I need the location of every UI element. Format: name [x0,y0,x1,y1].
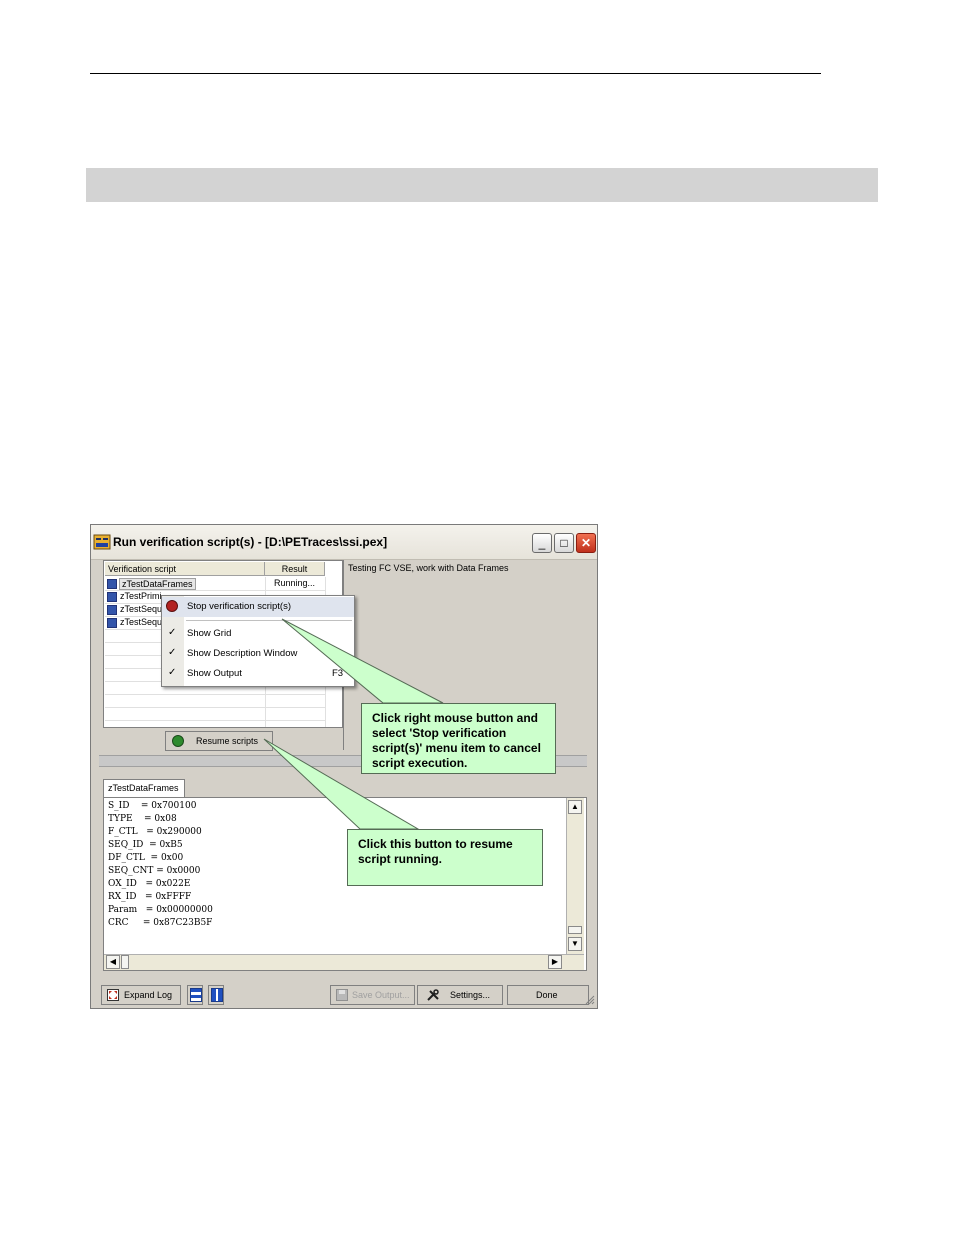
column-header-result[interactable]: Result [265,562,325,576]
layout-horizontal-button[interactable] [187,985,203,1005]
save-output-button[interactable]: Save Output... [330,985,415,1005]
script-icon [107,618,117,628]
scroll-right-button[interactable]: ▶ [548,955,562,969]
script-name: zTestSequ [120,617,163,627]
log-line: F_CTL = 0x290000 [108,827,202,837]
grid-line [105,694,325,695]
expand-log-button[interactable]: Expand Log [101,985,181,1005]
settings-label: Settings... [450,990,491,1000]
callout-stop-hint: Click right mouse button and select 'Sto… [361,703,556,774]
menu-item-label: Show Grid [187,628,232,639]
checkmark-icon: ✓ [168,647,177,658]
header-rule [90,73,821,74]
log-line: OX_ID = 0x022E [108,879,191,889]
menu-item-show-output[interactable]: ✓ Show Output F3 [162,664,354,684]
scroll-down-button[interactable]: ▼ [568,937,582,951]
window-title-path: [D:\PETraces\ssi.pex] [265,535,388,549]
close-button[interactable]: ✕ [576,533,596,553]
tab-output[interactable]: zTestDataFrames [103,779,185,797]
scroll-thumb[interactable] [121,955,129,969]
section-heading-bar [86,168,878,202]
title-bar[interactable]: Run verification script(s) - [D:\PETrace… [91,525,597,560]
scroll-up-button[interactable]: ▲ [568,800,582,814]
tools-icon [427,989,439,1001]
maximize-button[interactable]: □ [554,533,574,553]
save-output-label: Save Output... [352,990,410,1000]
window-title: Run verification script(s) - [D:\PETrace… [113,535,387,549]
resume-scripts-button[interactable]: Resume scripts [165,731,273,751]
checkmark-icon: ✓ [168,667,177,678]
checkmark-icon: ✓ [168,627,177,638]
log-line: RX_ID = 0xFFFF [108,892,192,902]
done-button[interactable]: Done [507,985,589,1005]
log-line: TYPE = 0x08 [108,814,177,824]
log-line: Param = 0x00000000 [108,905,213,915]
resume-scripts-label: Resume scripts [196,736,259,746]
script-result: Running... [274,578,316,588]
menu-item-show-grid[interactable]: ✓ Show Grid [162,624,354,644]
script-name: zTestSequ [120,604,163,614]
expand-log-label: Expand Log [124,990,173,1000]
play-icon [172,735,184,747]
log-line: DF_CTL = 0x00 [108,853,184,863]
menu-shortcut: F3 [332,668,344,679]
log-line: SEQ_CNT = 0x0000 [108,866,201,876]
script-icon [107,605,117,615]
horizontal-layout-icon [190,988,202,1002]
table-row[interactable]: zTestDataFrames Running... [106,578,326,590]
menu-item-label: Stop verification script(s) [187,601,292,612]
menu-item-label: Show Description Window [187,648,298,659]
script-name: zTestPrimi [120,591,162,601]
minimize-button[interactable]: _ [532,533,552,553]
script-name: zTestDataFrames [119,578,196,590]
window-title-text: Run verification script(s) - [113,535,262,549]
menu-item-show-description[interactable]: ✓ Show Description Window [162,644,354,664]
vertical-scrollbar[interactable]: ▲ ▼ [566,798,584,954]
done-label: Done [536,990,558,1000]
vertical-layout-icon [211,988,223,1002]
menu-item-stop-verification[interactable]: Stop verification script(s) [162,597,354,617]
callout-resume-hint: Click this button to resume script runni… [347,829,543,886]
layout-vertical-button[interactable] [208,985,224,1005]
floppy-disk-icon [336,989,348,1001]
horizontal-scrollbar[interactable]: ◀ ▶ [104,954,584,970]
resize-grip-icon[interactable] [585,995,595,1005]
log-line: CRC = 0x87C23B5F [108,918,213,928]
log-line: SEQ_ID = 0xB5 [108,840,183,850]
description-text: Testing FC VSE, work with Data Frames [348,563,509,573]
context-menu: Stop verification script(s) ✓ Show Grid … [161,595,355,687]
log-line: S_ID = 0x700100 [108,801,197,811]
app-icon [93,534,111,550]
menu-item-label: Show Output [187,668,242,679]
script-icon [107,579,117,589]
menu-separator [186,620,352,621]
settings-button[interactable]: Settings... [417,985,503,1005]
scroll-thumb[interactable] [568,926,582,934]
grid-line [105,707,325,708]
grid-line [105,720,325,721]
stop-icon [166,600,178,612]
column-header-script[interactable]: Verification script [105,562,265,576]
script-icon [107,592,117,602]
scroll-left-button[interactable]: ◀ [106,955,120,969]
expand-icon [107,989,119,1001]
